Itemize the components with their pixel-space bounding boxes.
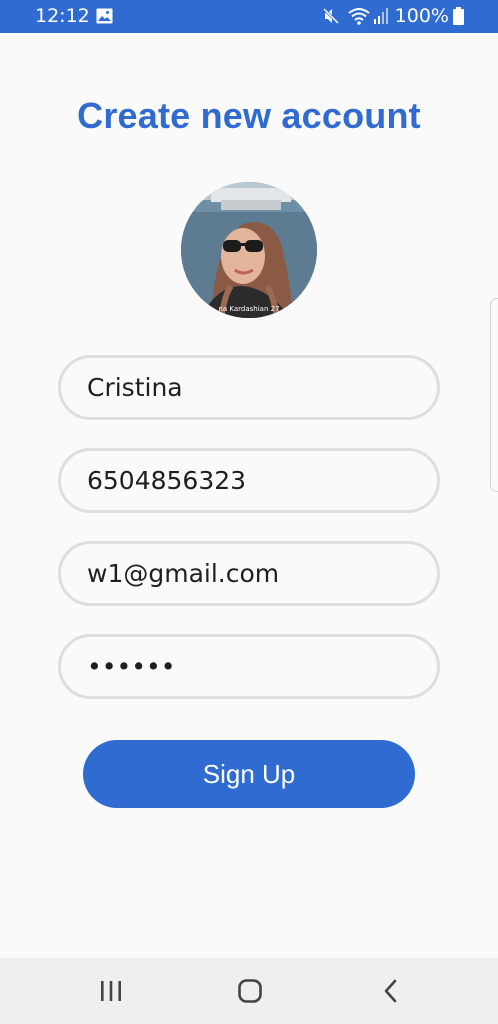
edge-panel-handle[interactable] — [490, 298, 498, 492]
page-title: Create new account — [77, 95, 421, 136]
battery-icon — [453, 7, 464, 25]
home-button[interactable] — [210, 958, 290, 1024]
recents-button[interactable] — [71, 958, 151, 1024]
phone-input[interactable] — [61, 451, 407, 510]
phone-field[interactable] — [58, 448, 440, 513]
password-field[interactable] — [58, 634, 440, 699]
email-input[interactable] — [61, 544, 407, 603]
status-icons: 100% — [322, 5, 464, 27]
name-field[interactable] — [58, 355, 440, 420]
recents-icon — [101, 981, 121, 1001]
back-button[interactable] — [350, 958, 430, 1024]
home-icon — [238, 979, 262, 1003]
status-time: 12:12 — [35, 5, 90, 27]
status-bar: 12:12 100% — [0, 0, 498, 33]
password-input[interactable] — [61, 637, 407, 696]
battery-percent: 100% — [394, 5, 449, 27]
avatar[interactable]: na Kardashian 27 — [181, 182, 317, 318]
image-icon — [96, 8, 113, 24]
navigation-bar — [0, 958, 498, 1024]
sign-up-button[interactable]: Sign Up — [83, 740, 415, 808]
wifi-icon — [348, 8, 370, 25]
back-icon — [384, 979, 397, 1003]
mute-icon — [322, 7, 339, 25]
name-input[interactable] — [61, 358, 407, 417]
avatar-caption: na Kardashian 27 — [218, 305, 280, 313]
avatar-photo — [181, 182, 317, 318]
email-field[interactable] — [58, 541, 440, 606]
signal-icon — [373, 8, 388, 24]
